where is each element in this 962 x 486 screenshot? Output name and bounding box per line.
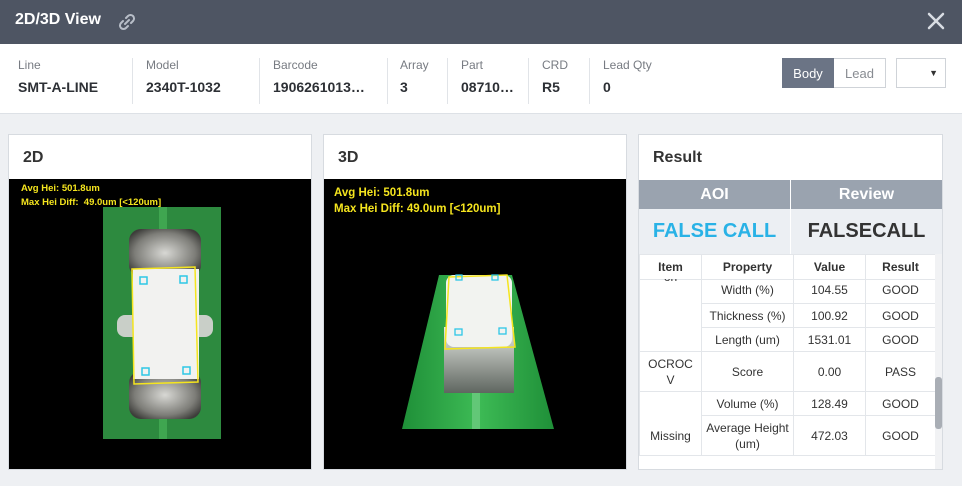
divider: [132, 58, 133, 104]
image-2d: Avg Hei: 501.8um Max Hei Diff: 49.0um [<…: [9, 179, 311, 469]
row-property: Thickness (%): [701, 303, 794, 328]
array-label: Array: [400, 58, 429, 72]
aoi-header: AOI: [639, 180, 791, 209]
field-model: Model 2340T-1032: [146, 58, 221, 95]
scrollbar-thumb[interactable]: [935, 377, 942, 429]
row-value: 0.00: [793, 351, 866, 392]
panel-2d: 2D Avg Hei: 501.8um Max Hei Diff: 49.0um…: [8, 134, 312, 470]
field-part: Part 08710…: [461, 58, 514, 95]
chevron-down-icon: ▼: [929, 68, 938, 78]
link-icon[interactable]: [116, 12, 138, 32]
info-bar: Line SMT-A-LINE Model 2340T-1032 Barcode…: [0, 44, 962, 114]
table-row: on Width (%) 104.55 GOOD: [639, 279, 935, 352]
row-result: GOOD: [865, 303, 935, 328]
column-header-item: Item: [639, 254, 702, 280]
review-header: Review: [791, 180, 942, 209]
row-result: GOOD: [865, 415, 935, 456]
table-scrollbar[interactable]: [935, 254, 942, 469]
field-crd: CRD R5: [542, 58, 568, 95]
crd-value: R5: [542, 79, 560, 95]
component-2d-image: [103, 207, 221, 439]
model-value: 2340T-1032: [146, 79, 221, 95]
panel-2d-title: 2D: [23, 149, 44, 166]
row-result: GOOD: [865, 279, 935, 304]
body-toggle-button[interactable]: Body: [782, 58, 834, 88]
lead-qty-value: 0: [603, 79, 611, 95]
divider: [528, 58, 529, 104]
result-table-body[interactable]: on Width (%) 104.55 GOOD Thickness (%) 1…: [639, 279, 935, 469]
row-result: GOOD: [865, 391, 935, 416]
row-property: Volume (%): [701, 391, 794, 416]
array-value: 3: [400, 79, 408, 95]
row-result: GOOD: [865, 327, 935, 352]
row-value: 128.49: [793, 391, 866, 416]
result-header: AOI Review: [639, 180, 942, 209]
crd-label: CRD: [542, 58, 568, 72]
result-table: on Width (%) 104.55 GOOD Thickness (%) 1…: [639, 279, 935, 456]
row-property: Length (um): [701, 327, 794, 352]
part-label: Part: [461, 58, 484, 72]
divider: [589, 58, 590, 104]
table-row: Missing Volume (%) 128.49 GOOD: [639, 391, 935, 456]
row-property: Width (%): [701, 279, 794, 304]
divider: [447, 58, 448, 104]
row-item: on: [639, 279, 702, 352]
column-header-result: Result: [865, 254, 936, 280]
field-barcode: Barcode 1906261013…: [273, 58, 365, 95]
image-3d: Avg Hei: 501.8um Max Hei Diff: 49.0um [<…: [324, 179, 626, 469]
result-table-header: Item Property Value Result: [639, 254, 936, 280]
row-value: 1531.01: [793, 327, 866, 352]
result-values: FALSE CALL FALSECALL: [639, 209, 942, 254]
barcode-label: Barcode: [273, 58, 318, 72]
panel-result: Result AOI Review FALSE CALL FALSECALL I…: [638, 134, 943, 470]
line-value: SMT-A-LINE: [18, 79, 99, 95]
close-icon[interactable]: [924, 9, 948, 33]
component-3d-image: [402, 274, 554, 429]
field-lead-qty: Lead Qty 0: [603, 58, 652, 95]
row-item: Missing: [639, 391, 702, 456]
window-title: 2D/3D View: [15, 11, 101, 28]
lead-qty-label: Lead Qty: [603, 58, 652, 72]
view-select[interactable]: ▼: [896, 58, 946, 88]
line-label: Line: [18, 58, 41, 72]
row-item: OCROC V: [639, 351, 702, 392]
row-result: PASS: [865, 351, 935, 392]
part-value: 08710…: [461, 79, 514, 95]
divider: [259, 58, 260, 104]
panel-3d-title: 3D: [338, 149, 359, 166]
column-header-value: Value: [793, 254, 866, 280]
lead-toggle-button[interactable]: Lead: [834, 58, 886, 88]
row-property: Score: [701, 351, 794, 392]
aoi-result-value: FALSE CALL: [639, 209, 791, 254]
row-value: 104.55: [793, 279, 866, 304]
field-array: Array 3: [400, 58, 429, 95]
row-value: 472.03: [793, 415, 866, 456]
title-bar: 2D/3D View: [0, 0, 962, 44]
field-line: Line SMT-A-LINE: [18, 58, 98, 95]
model-label: Model: [146, 58, 179, 72]
panel-3d: 3D Avg Hei: 501.8um Max Hei Diff: 49.0um…: [323, 134, 627, 470]
row-property: Average Height (um): [701, 415, 794, 456]
barcode-value: 1906261013…: [273, 79, 365, 95]
divider: [387, 58, 388, 104]
column-header-property: Property: [701, 254, 794, 280]
review-result-value: FALSECALL: [807, 220, 926, 242]
result-title: Result: [653, 149, 702, 166]
table-row: OCROC V Score 0.00 PASS: [639, 351, 935, 392]
row-value: 100.92: [793, 303, 866, 328]
